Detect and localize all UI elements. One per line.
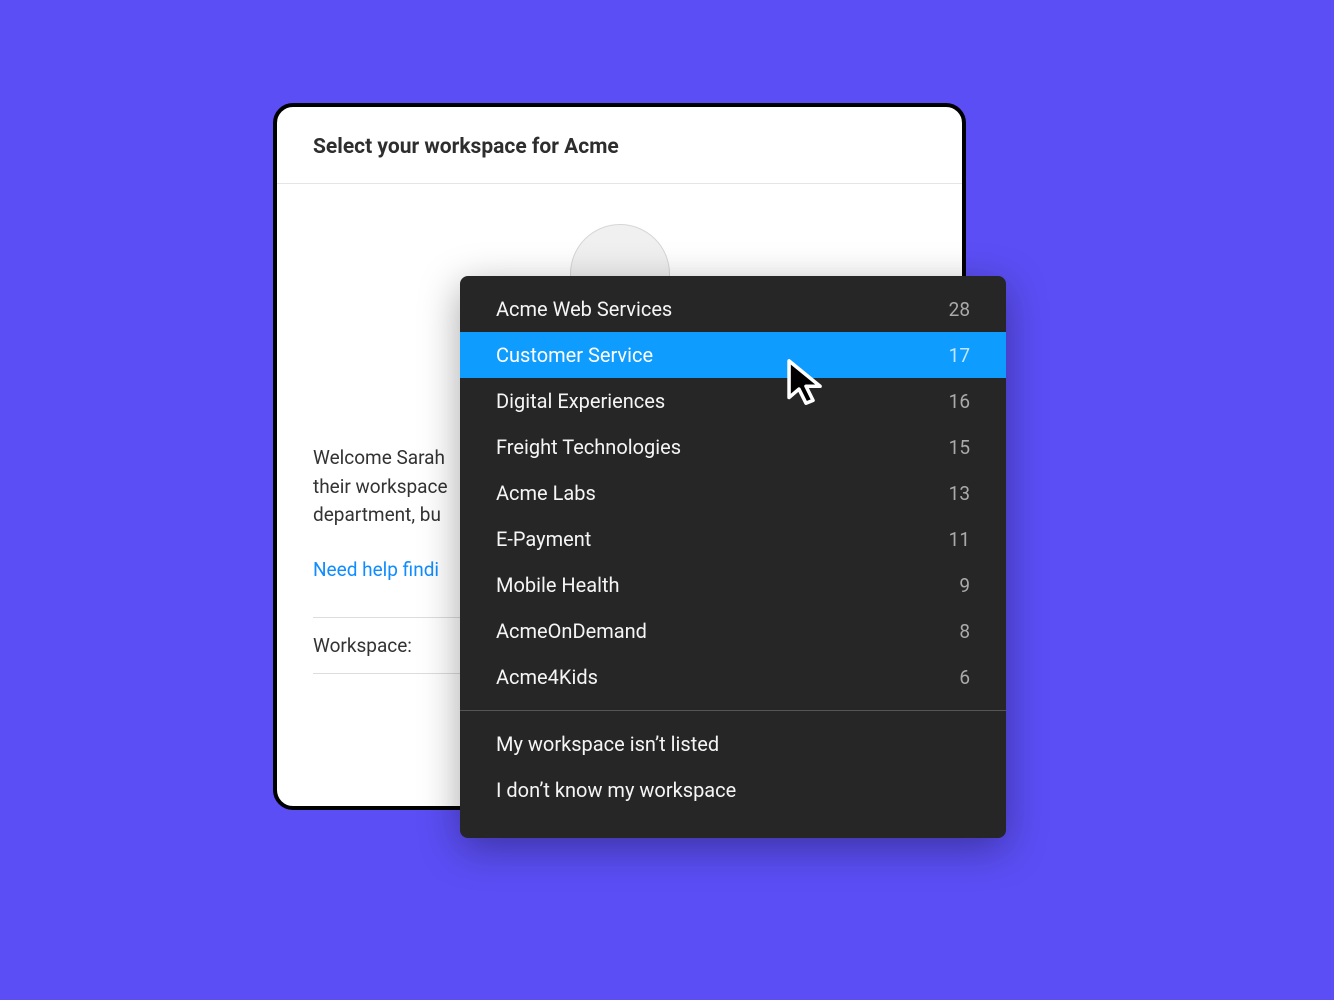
dropdown-footer-item[interactable]: My workspace isn’t listed	[460, 721, 1006, 767]
dropdown-item-count: 6	[959, 666, 970, 689]
dropdown-item[interactable]: AcmeOnDemand 8	[460, 608, 1006, 654]
dropdown-item-count: 16	[949, 390, 970, 413]
dropdown-item-label: AcmeOnDemand	[496, 619, 647, 643]
dropdown-item-label: Acme4Kids	[496, 665, 598, 689]
dropdown-item-count: 17	[949, 344, 970, 367]
modal-header: Select your workspace for Acme	[277, 107, 962, 184]
dropdown-item-count: 15	[949, 436, 970, 459]
dropdown-item[interactable]: Freight Technologies 15	[460, 424, 1006, 470]
dropdown-item-count: 9	[959, 574, 970, 597]
dropdown-footer-item[interactable]: I don’t know my workspace	[460, 767, 1006, 813]
dropdown-item[interactable]: Acme Labs 13	[460, 470, 1006, 516]
workspace-dropdown[interactable]: Acme Web Services 28 Customer Service 17 Dig…	[460, 276, 1006, 838]
dropdown-item[interactable]: E-Payment 11	[460, 516, 1006, 562]
dropdown-item-label: Customer Service	[496, 343, 653, 367]
dropdown-item-label: Freight Technologies	[496, 435, 681, 459]
dropdown-item[interactable]: Customer Service 17	[460, 332, 1006, 378]
dropdown-item-label: Acme Web Services	[496, 297, 672, 321]
modal-title: Select your workspace for Acme	[313, 135, 926, 159]
dropdown-item-count: 13	[949, 482, 970, 505]
dropdown-item[interactable]: Mobile Health 9	[460, 562, 1006, 608]
dropdown-item-label: Acme Labs	[496, 481, 596, 505]
dropdown-item-label: Mobile Health	[496, 573, 620, 597]
dropdown-list: Acme Web Services 28 Customer Service 17 Dig…	[460, 276, 1006, 710]
dropdown-footer-label: My workspace isn’t listed	[496, 732, 719, 756]
dropdown-item-count: 11	[949, 528, 970, 551]
dropdown-item[interactable]: Acme4Kids 6	[460, 654, 1006, 700]
dropdown-item[interactable]: Acme Web Services 28	[460, 286, 1006, 332]
dropdown-footer-label: I don’t know my workspace	[496, 778, 736, 802]
workspace-select-label: Workspace:	[313, 634, 412, 657]
dropdown-item-label: E-Payment	[496, 527, 591, 551]
dropdown-item-count: 28	[949, 298, 970, 321]
dropdown-item-count: 8	[959, 620, 970, 643]
dropdown-footer: My workspace isn’t listed I don’t know my…	[460, 711, 1006, 827]
dropdown-item-label: Digital Experiences	[496, 389, 665, 413]
dropdown-item[interactable]: Digital Experiences 16	[460, 378, 1006, 424]
